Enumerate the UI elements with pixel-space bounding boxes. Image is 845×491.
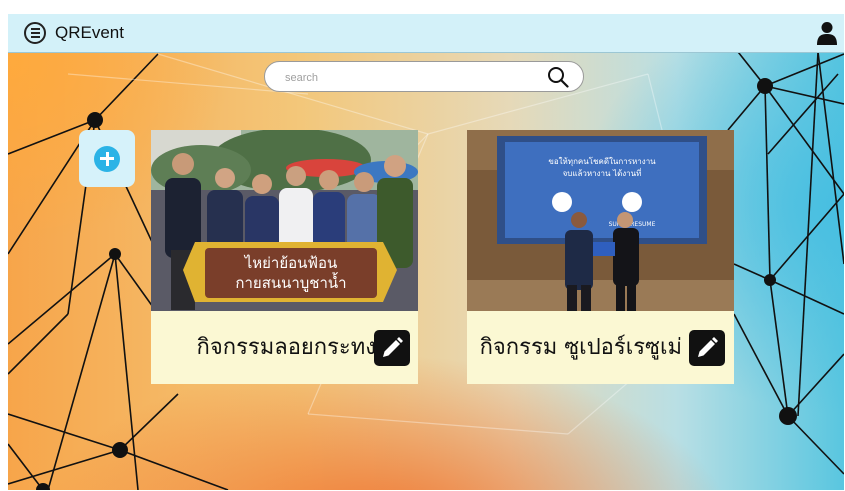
edit-event-button[interactable] xyxy=(689,330,725,366)
event-photo: ไหย่าย้อนฟ้อน กายสนนาบูชาน้ำ xyxy=(151,130,418,311)
event-title: กิจกรรม ซูเปอร์เรซูเม่ xyxy=(479,335,682,360)
search-input[interactable] xyxy=(283,67,527,89)
event-card-loykrathong[interactable]: ไหย่าย้อนฟ้อน กายสนนาบูชาน้ำ กิจกรรมลอยก… xyxy=(151,130,418,384)
app-title: QREvent xyxy=(55,23,124,42)
sign-text-line1: ไหย่าย้อนฟ้อน xyxy=(244,254,338,272)
menu-icon[interactable] xyxy=(24,22,46,44)
search-icon[interactable] xyxy=(547,66,569,88)
edit-event-button[interactable] xyxy=(374,330,410,366)
search-bar xyxy=(264,61,584,92)
event-photo: ขอให้ทุกคนโชคดีในการหางาน จบแล้วหางาน ได… xyxy=(467,130,734,311)
event-title: กิจกรรมลอยกระทง xyxy=(196,335,376,360)
plus-circle-icon xyxy=(94,145,120,172)
add-event-button[interactable] xyxy=(79,130,135,187)
user-icon[interactable] xyxy=(816,21,838,45)
top-bar: QREvent xyxy=(8,14,844,53)
screen-text-line2: จบแล้วหางาน ได้งานที่ xyxy=(563,167,642,178)
screen-text-line1: ขอให้ทุกคนโชคดีในการหางาน xyxy=(548,156,656,166)
pencil-icon xyxy=(698,337,718,357)
pencil-icon xyxy=(383,337,403,357)
event-card-super-resume[interactable]: ขอให้ทุกคนโชคดีในการหางาน จบแล้วหางาน ได… xyxy=(467,130,734,384)
sign-text-line2: กายสนนาบูชาน้ำ xyxy=(235,272,346,292)
app-frame: QREvent search ไหย่าย้อนฟ้อน กายสนนาบูชา… xyxy=(8,14,844,490)
